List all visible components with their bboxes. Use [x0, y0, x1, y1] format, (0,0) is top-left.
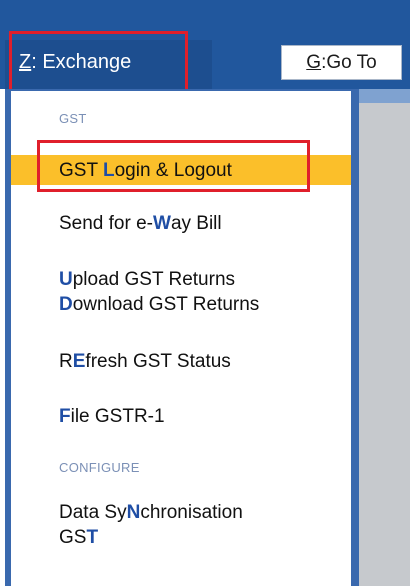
menu-item-data-synchronisation-gst[interactable]: Data SyNchronisation GST — [11, 500, 351, 550]
item-accelerator: F — [59, 406, 71, 427]
section-header-configure: CONFIGURE — [59, 460, 140, 475]
menu-item-upload-download-gst-returns[interactable]: Upload GST Returns Download GST Returns — [11, 267, 351, 317]
background-panel — [359, 89, 410, 586]
item-text-pre: GS — [59, 527, 87, 548]
section-header-gst: GST — [59, 111, 87, 126]
item-accelerator: U — [59, 269, 73, 290]
item-text-post: ile GSTR-1 — [70, 406, 165, 427]
item-text-post: chronisation — [140, 502, 243, 523]
item-text-pre: Data Sy — [59, 502, 127, 523]
menu-item-send-eway-bill[interactable]: Send for e-Way Bill — [11, 211, 351, 236]
item-accelerator: T — [86, 527, 99, 548]
item-text-post: ownload GST Returns — [72, 294, 260, 315]
item-text-pre: R — [59, 351, 73, 372]
background-panel-header — [359, 89, 410, 103]
item-text-post: pload GST Returns — [72, 269, 236, 290]
item-text-pre: Send for e- — [59, 213, 153, 234]
item-accelerator: N — [126, 502, 141, 523]
goto-label: Go To — [326, 51, 377, 73]
menu-item-refresh-gst-status[interactable]: REfresh GST Status — [11, 349, 351, 374]
item-accelerator: W — [153, 213, 171, 234]
item-accelerator: D — [59, 294, 73, 315]
go-to-button[interactable]: G: Go To — [281, 45, 402, 80]
item-text-post: fresh GST Status — [85, 351, 231, 372]
menu-item-file-gstr1[interactable]: File GSTR-1 — [11, 404, 351, 429]
exchange-annotation-box — [9, 31, 188, 98]
item-text-post: ay Bill — [170, 213, 222, 234]
login-annotation-box — [37, 140, 310, 192]
item-accelerator: E — [72, 351, 86, 372]
goto-shortcut-key: G — [306, 51, 322, 73]
